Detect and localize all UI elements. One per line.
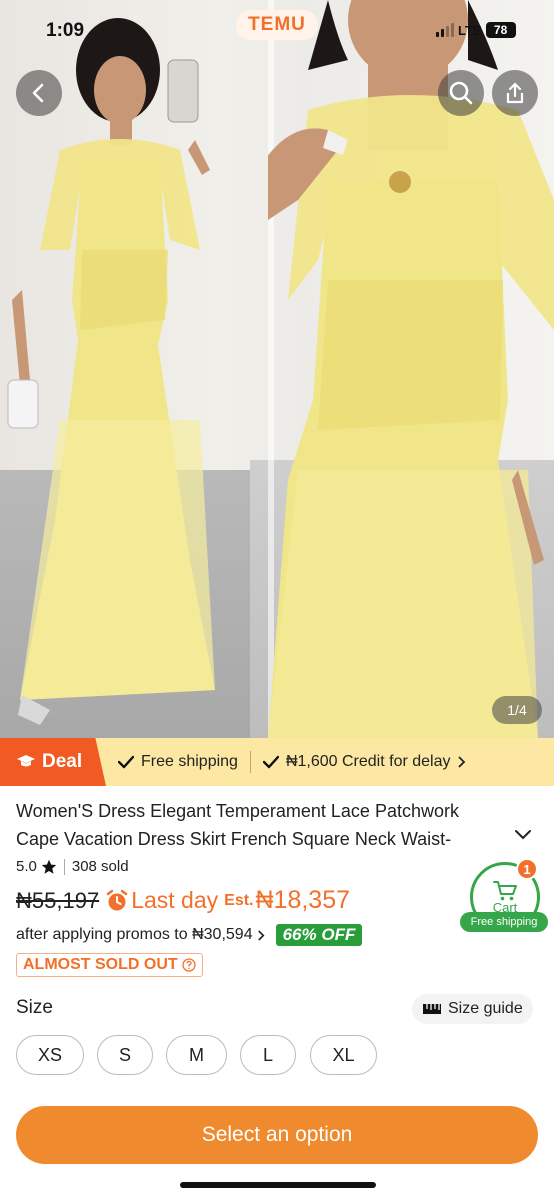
ruler-icon	[423, 1004, 441, 1014]
rating-divider	[63, 858, 65, 875]
deal-tag: Deal	[0, 738, 106, 786]
brand-logo: TEMU	[236, 10, 318, 40]
promo-row[interactable]: after applying promos to ₦30,594 66% OFF	[16, 924, 363, 946]
status-time: 1:09	[46, 20, 85, 41]
deal-separator	[249, 751, 251, 773]
back-button[interactable]	[16, 70, 62, 116]
sold-count: 308 sold	[71, 858, 129, 875]
last-day-badge: Last day	[105, 887, 218, 914]
chevron-down-icon	[515, 830, 531, 840]
price-row: ₦55,197 Last day Est. ₦18,357	[16, 886, 350, 915]
cart-free-shipping: Free shipping	[460, 912, 548, 932]
graduation-cap-icon	[17, 755, 35, 767]
product-title[interactable]: Women'S Dress Elegant Temperament Lace P…	[16, 797, 506, 853]
discount-badge: 66% OFF	[275, 924, 363, 946]
size-option-m[interactable]: M	[166, 1035, 227, 1075]
free-shipping-badge: Free shipping	[118, 753, 238, 771]
size-option-l[interactable]: L	[240, 1035, 296, 1075]
expand-title-button[interactable]	[514, 828, 532, 846]
size-guide-button[interactable]: Size guide	[412, 994, 533, 1024]
search-button[interactable]	[438, 70, 484, 116]
star-icon	[41, 859, 57, 874]
size-label: Size	[16, 997, 53, 1018]
credit-label: ₦1,600 Credit for delay	[285, 753, 451, 770]
signal-icon	[436, 23, 454, 37]
original-price: ₦55,197	[16, 887, 100, 913]
size-option-s[interactable]: S	[97, 1035, 153, 1075]
credit-badge[interactable]: ₦1,600 Credit for delay	[262, 753, 468, 771]
battery-icon: 78	[485, 22, 516, 38]
network-type: LTE	[458, 22, 482, 38]
promo-text: after applying promos to ₦30,594	[16, 926, 253, 943]
deal-label: Deal	[42, 751, 83, 772]
share-button[interactable]	[492, 70, 538, 116]
sale-price: ₦18,357	[255, 886, 351, 914]
chevron-left-icon	[32, 83, 44, 103]
check-icon	[262, 755, 279, 769]
home-indicator[interactable]	[180, 1182, 376, 1188]
chevron-right-icon	[257, 929, 265, 941]
size-guide-label: Size guide	[448, 1000, 523, 1017]
est-label: Est.	[224, 891, 254, 909]
stock-badge[interactable]: ALMOST SOLD OUT	[16, 953, 203, 977]
last-day-label: Last day	[131, 887, 219, 913]
size-option-xs[interactable]: XS	[16, 1035, 84, 1075]
select-option-button[interactable]: Select an option	[16, 1106, 538, 1164]
cart-count-badge: 1	[516, 858, 538, 880]
deal-bar[interactable]: Deal Free shipping ₦1,600 Credit for del…	[0, 738, 554, 786]
cart-icon	[493, 880, 517, 900]
search-icon	[449, 81, 473, 105]
size-option-xl[interactable]: XL	[310, 1035, 377, 1075]
status-indicators: LTE 78	[436, 22, 516, 38]
check-icon	[118, 755, 134, 769]
rating-row[interactable]: 5.0 308 sold	[16, 858, 129, 875]
chevron-right-icon	[458, 756, 466, 768]
help-icon	[182, 958, 196, 972]
free-shipping-label: Free shipping	[141, 753, 238, 770]
rating-value: 5.0	[16, 858, 37, 875]
stock-label: ALMOST SOLD OUT	[23, 956, 178, 973]
alarm-clock-icon	[106, 889, 128, 910]
image-counter: 1/4	[492, 696, 542, 724]
product-image[interactable]: 1:09 TEMU LTE 78 1/4	[0, 0, 554, 738]
share-icon	[506, 82, 524, 104]
